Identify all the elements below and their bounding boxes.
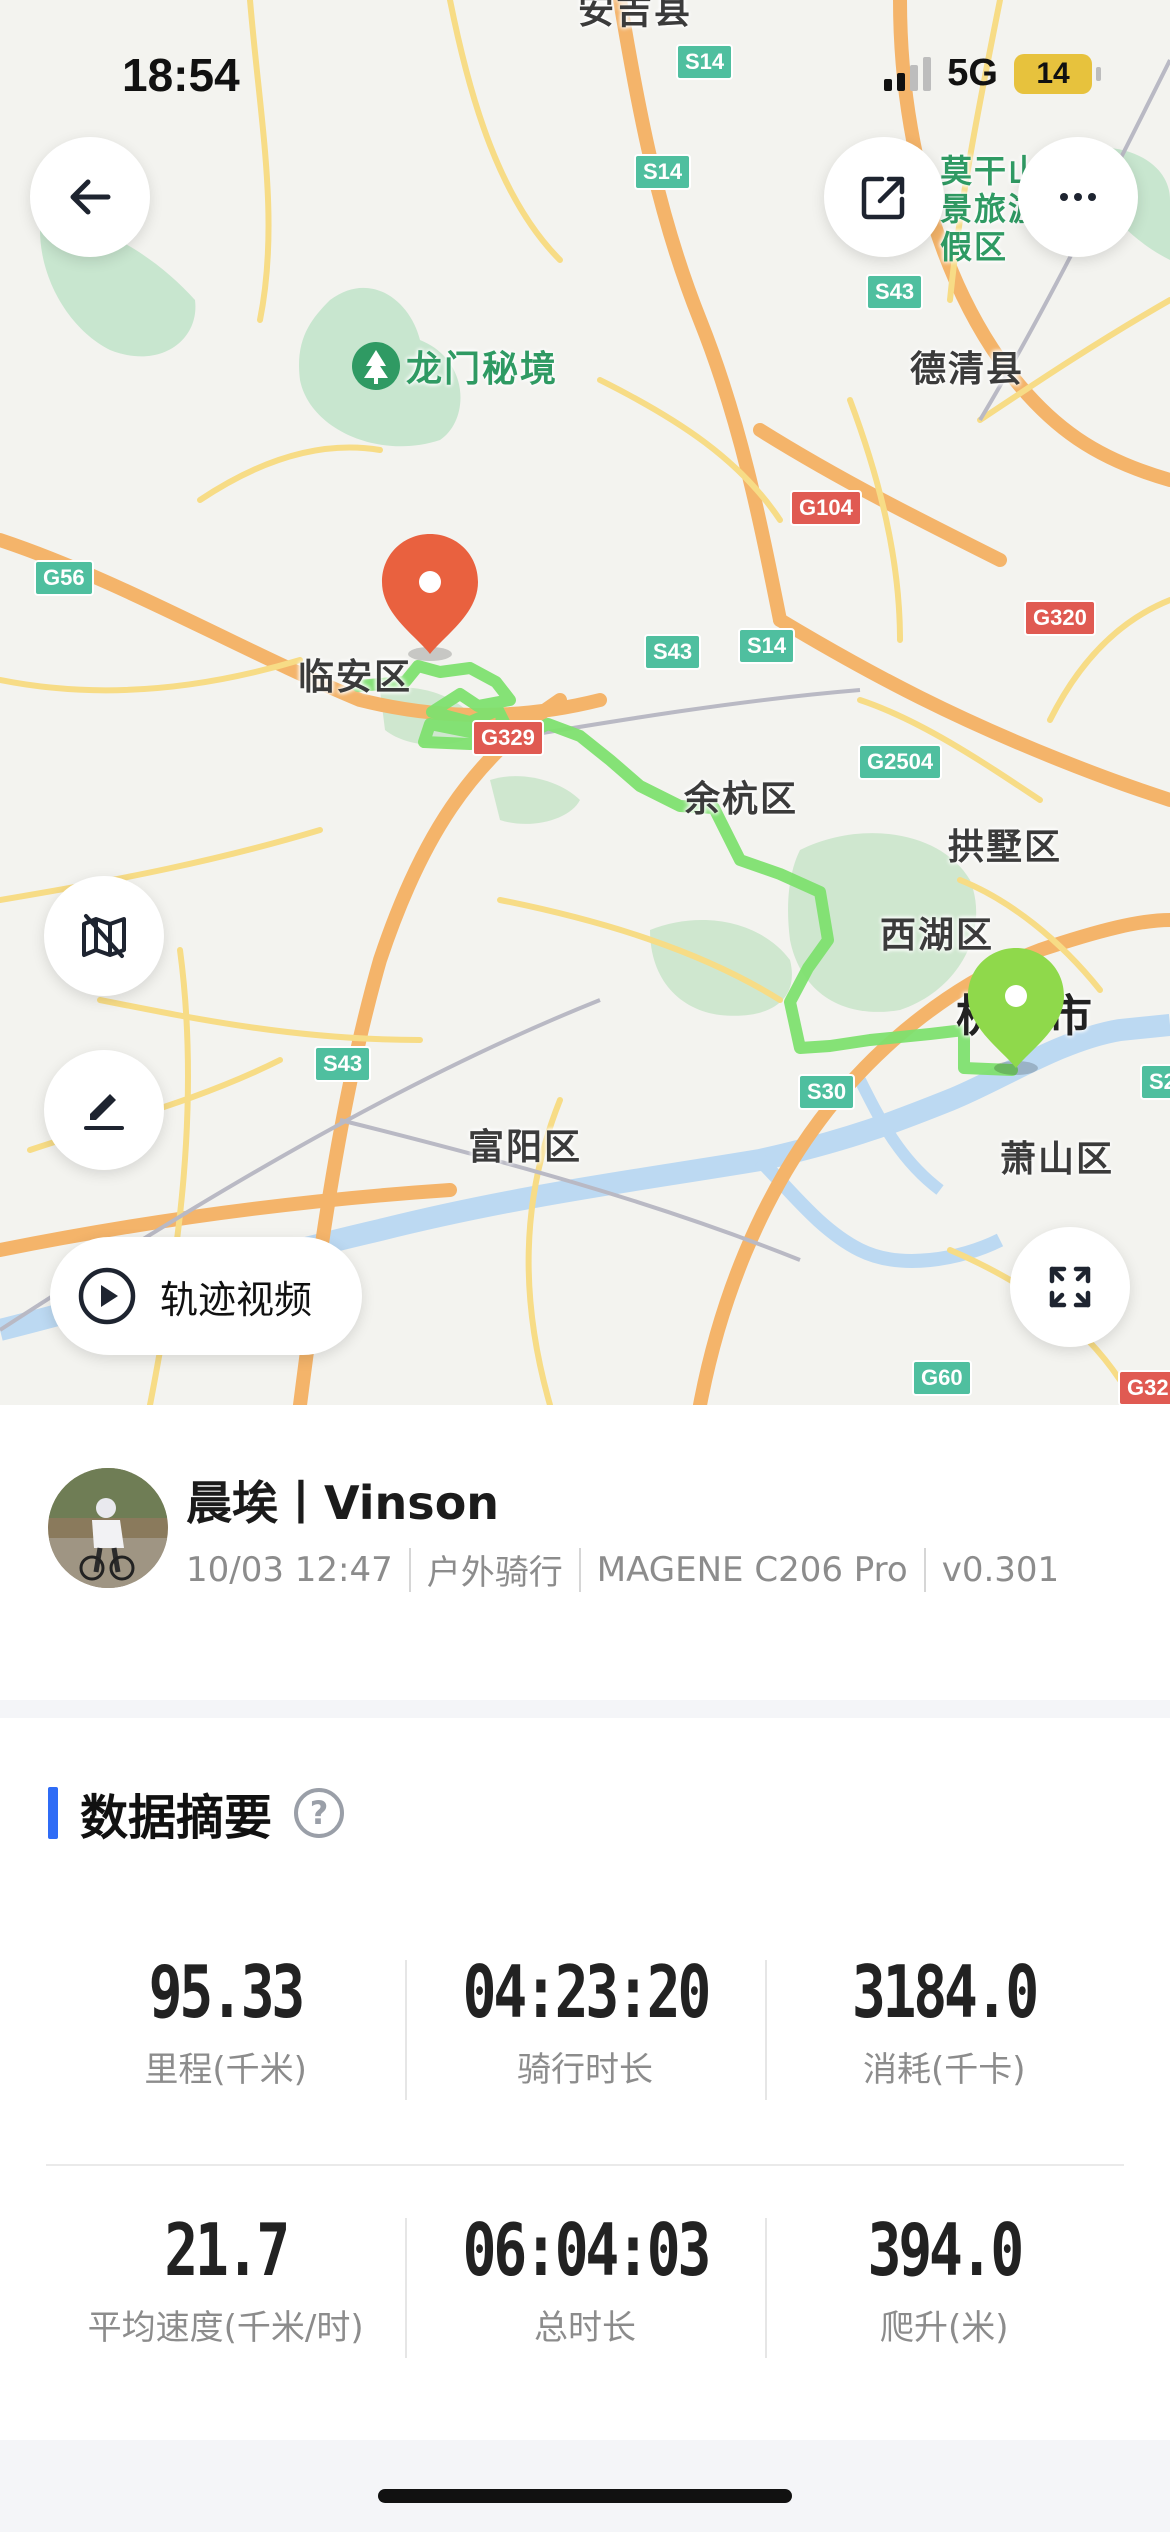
user-name[interactable]: 晨埃丨Vinson: [186, 1467, 499, 1533]
fullscreen-button[interactable]: [1010, 1227, 1130, 1347]
stat-label: 总时长: [533, 2308, 636, 2348]
status-indicators: 5G 14: [884, 52, 1101, 95]
stats-row-1: 95.33 里程(千米) 04:23:20 骑行时长 3184.0 消耗(千卡): [46, 1950, 1124, 2100]
stat-total-time: 06:04:03 总时长: [405, 2208, 764, 2358]
activity-sport: 户外骑行: [426, 1553, 563, 1593]
map-label-yuhang: 余杭区: [684, 779, 799, 820]
road-shield-s14: S14: [676, 44, 734, 80]
status-time: 18:54: [122, 49, 240, 101]
meta-divider: [578, 1547, 581, 1592]
map-poi-label: 龙门秘境: [406, 349, 559, 390]
road-shield-s2: S2: [1140, 1064, 1170, 1100]
activity-header: 晨埃丨Vinson 10/03 12:47 户外骑行 MAGENE C206 P…: [0, 1405, 1170, 1700]
battery-icon: 14: [1014, 53, 1101, 94]
road-shield-g60: G60: [912, 1360, 972, 1396]
stat-label: 爬升(米): [880, 2308, 1009, 2348]
road-shield-s43: S43: [314, 1046, 372, 1082]
stat-label: 里程(千米): [144, 2050, 307, 2090]
stat-value: 21.7: [164, 2208, 290, 2292]
road-shield-s43: S43: [644, 634, 702, 670]
meta-divider: [408, 1547, 411, 1592]
arrow-left-icon: [70, 179, 111, 215]
stat-label: 平均速度(千米/时): [87, 2308, 364, 2348]
battery-level: 14: [1036, 56, 1070, 90]
avatar[interactable]: [48, 1468, 168, 1588]
stat-value: 06:04:03: [462, 2208, 711, 2292]
more-dots-icon: [1060, 193, 1096, 201]
map-label-gongshu: 拱墅区: [948, 827, 1063, 868]
map-poi-longmen[interactable]: 龙门秘境: [352, 340, 558, 392]
map-label-anji: 安吉县: [578, 0, 693, 32]
road-shield-g320: G320: [1024, 600, 1096, 636]
share-button[interactable]: [824, 137, 944, 257]
track-video-button[interactable]: 轨迹视频: [50, 1237, 362, 1355]
stat-elevation-gain: 394.0 爬升(米): [764, 2208, 1124, 2358]
stat-value: 394.0: [867, 2208, 1025, 2292]
cyclist-avatar-image: [48, 1468, 168, 1588]
road-shield-s14: S14: [634, 154, 692, 190]
help-icon[interactable]: ?: [294, 1788, 345, 1838]
end-pin-icon: [968, 948, 1064, 1075]
activity-date: 10/03 12:47: [186, 1549, 393, 1590]
road-shield-g56: G56: [34, 560, 94, 596]
route-map[interactable]: 安吉县 龙门秘境 德清县 临安区 余杭区 拱墅区 西湖区 杭州市 萧山区 富阳区…: [0, 0, 1170, 1405]
stat-calories: 3184.0 消耗(千卡): [764, 1950, 1124, 2100]
network-type: 5G: [947, 52, 998, 94]
stat-value: 04:23:20: [462, 1950, 711, 2034]
more-button[interactable]: [1018, 137, 1138, 257]
stat-value: 95.33: [148, 1950, 306, 2034]
edit-button[interactable]: [44, 1050, 164, 1170]
map-label-xiaoshan: 萧山区: [1000, 1139, 1115, 1180]
row-divider: [46, 2164, 1124, 2166]
stat-label: 消耗(千卡): [863, 2050, 1026, 2090]
map-label-deqing: 德清县: [910, 349, 1025, 390]
track-video-label: 轨迹视频: [160, 1277, 313, 1322]
stat-label: 骑行时长: [516, 2050, 653, 2090]
road-shield-s30: S30: [798, 1074, 856, 1110]
section-title: 数据摘要 ?: [48, 1778, 345, 1848]
section-accent-bar: [48, 1787, 58, 1839]
expand-icon: [1049, 1266, 1091, 1308]
stat-value: 3184.0: [852, 1950, 1039, 2034]
road-shield-s43: S43: [866, 274, 924, 310]
map-off-icon: [82, 914, 126, 958]
section-title-text: 数据摘要: [80, 1790, 273, 1846]
back-button[interactable]: [30, 137, 150, 257]
activity-device: MAGENE C206 Pro: [596, 1549, 908, 1590]
road-shield-g32: G32: [1118, 1370, 1170, 1405]
tree-icon: [352, 342, 400, 390]
device-version: v0.301: [941, 1549, 1060, 1590]
share-external-icon: [861, 176, 905, 220]
home-indicator[interactable]: [378, 2489, 792, 2503]
pen-icon: [84, 1094, 124, 1130]
signal-icon: [884, 56, 932, 91]
play-circle-icon: [78, 1267, 136, 1325]
road-shield-g329: G329: [472, 720, 544, 756]
stats-row-2: 21.7 平均速度(千米/时) 06:04:03 总时长 394.0 爬升(米): [46, 2208, 1124, 2358]
road-shield-s14: S14: [738, 628, 796, 664]
stat-riding-time: 04:23:20 骑行时长: [405, 1950, 764, 2100]
stat-avg-speed: 21.7 平均速度(千米/时): [46, 2208, 405, 2349]
data-summary-card: 数据摘要 ? 95.33 里程(千米) 04:23:20 骑行时长 3184.0…: [0, 1718, 1170, 2440]
map-3d-toggle-button[interactable]: [44, 876, 164, 996]
start-pin-icon: [382, 534, 478, 661]
map-label-fuyang: 富阳区: [468, 1127, 583, 1168]
road-shield-g104: G104: [790, 490, 862, 526]
road-shield-g2504: G2504: [858, 744, 943, 780]
activity-meta: 10/03 12:47 户外骑行 MAGENE C206 Pro v0.301: [186, 1545, 1059, 1594]
stat-distance: 95.33 里程(千米): [46, 1950, 405, 2091]
meta-divider: [923, 1547, 926, 1592]
